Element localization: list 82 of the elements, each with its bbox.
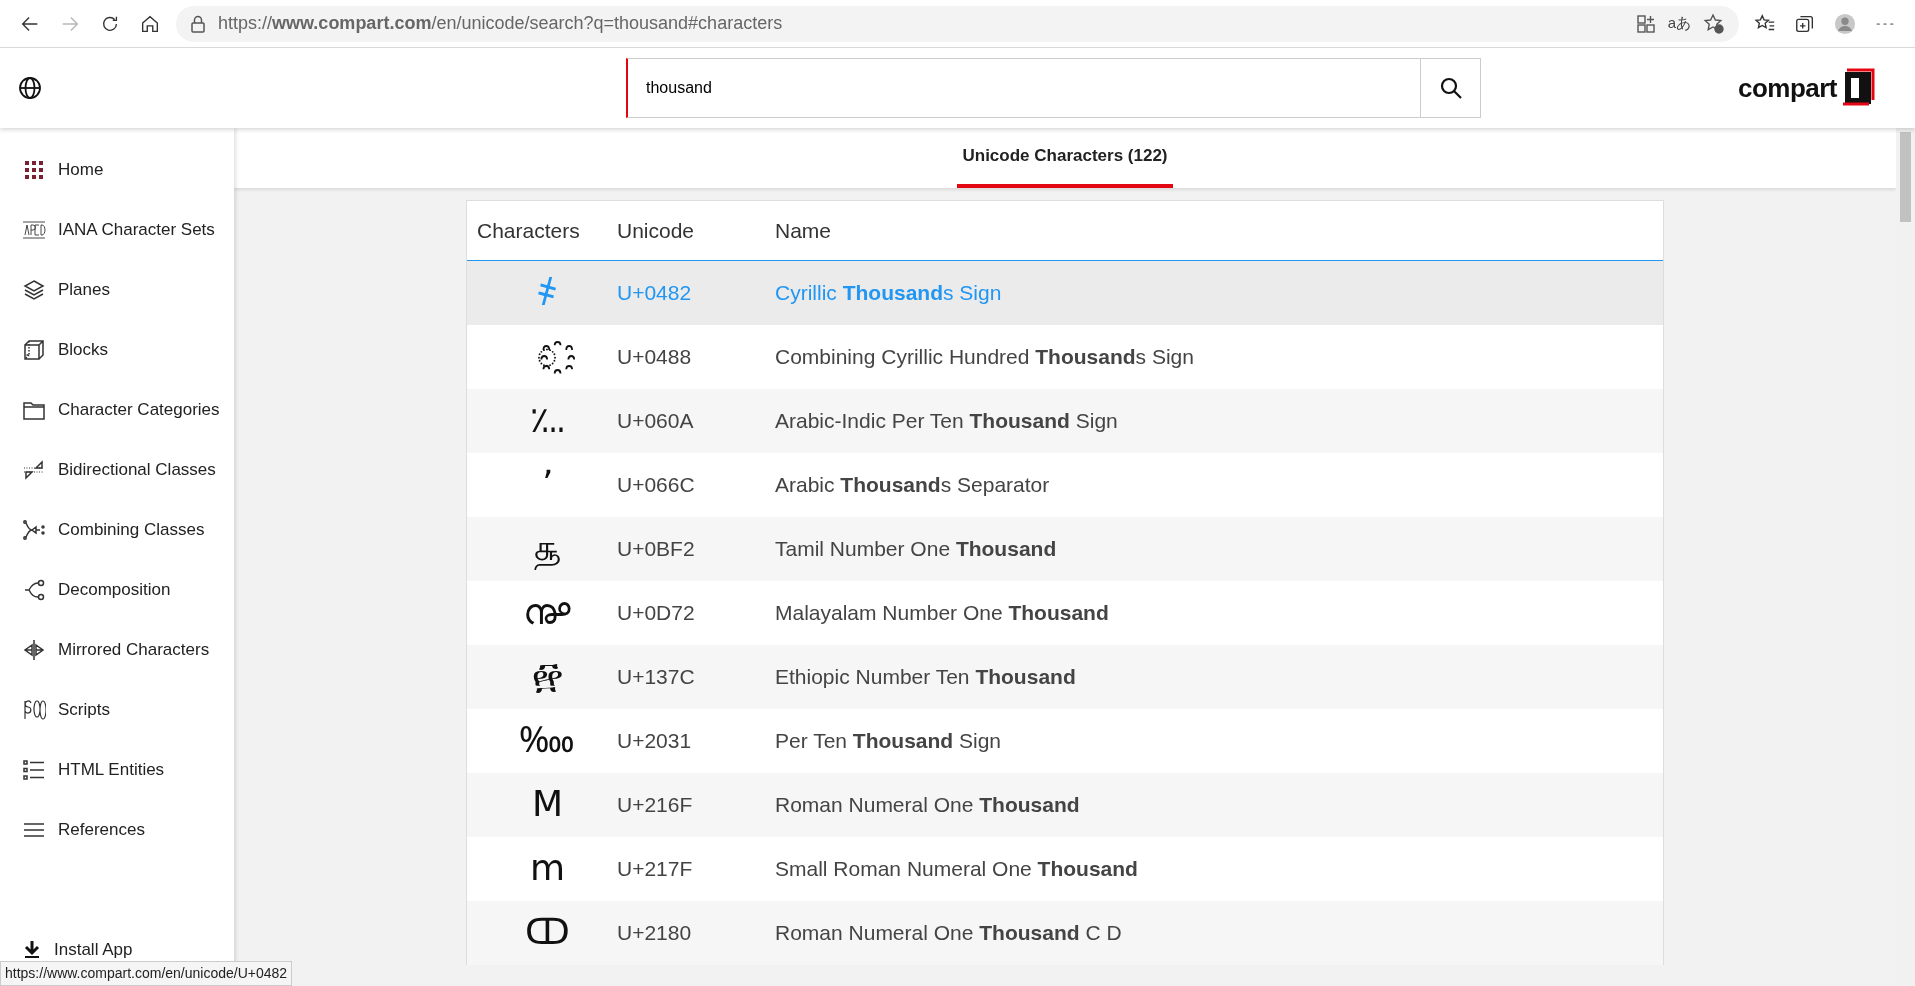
code-point[interactable]: U+0D72 — [617, 601, 695, 625]
search-field[interactable]: thousand — [626, 58, 1421, 118]
character-glyph[interactable]: ‱ — [477, 721, 617, 758]
code-point[interactable]: U+217F — [617, 857, 693, 881]
scroll-thumb[interactable] — [1900, 132, 1911, 222]
cube-icon — [22, 338, 46, 362]
sidebar-item[interactable]: Bidirectional Classes — [0, 440, 234, 500]
layers-icon — [22, 278, 46, 302]
character-name[interactable]: Roman Numeral One Thousand — [775, 793, 1080, 817]
script-icon — [22, 698, 46, 722]
app-icon[interactable] — [1635, 13, 1656, 34]
avatar-icon — [1834, 12, 1856, 35]
table-row[interactable]: ௲ U+0BF2 Tamil Number One Thousand — [467, 517, 1663, 581]
lock-icon[interactable] — [190, 14, 206, 33]
table-row[interactable]: ⅿ U+217F Small Roman Numeral One Thousand — [467, 837, 1663, 901]
code-point[interactable]: U+137C — [617, 665, 695, 689]
triangles-icon — [22, 458, 46, 482]
code-point[interactable]: U+0BF2 — [617, 537, 695, 561]
character-name[interactable]: Arabic-Indic Per Ten Thousand Sign — [775, 409, 1118, 433]
list-icon — [22, 758, 46, 782]
sidebar-item[interactable]: Character Categories — [0, 380, 234, 440]
address-bar[interactable]: https://www.compart.com/en/unicode/search?q=thousand#characters aあ — [176, 5, 1739, 42]
globe-icon[interactable] — [18, 76, 42, 100]
table-row[interactable]: ፼ U+137C Ethiopic Number Ten Thousand — [467, 645, 1663, 709]
character-glyph[interactable]: ↀ — [477, 913, 617, 950]
table-row[interactable]: ‱ U+2031 Per Ten Thousand Sign — [467, 709, 1663, 773]
character-name[interactable]: Combining Cyrillic Hundred Thousands Sign — [775, 345, 1194, 369]
install-app-button[interactable]: Install App — [22, 936, 133, 962]
grid-icon — [22, 158, 46, 182]
mirror-icon — [22, 638, 46, 662]
column-header: Unicode — [617, 218, 695, 242]
character-glyph[interactable]: Ⅿ — [477, 785, 617, 822]
character-glyph[interactable]: ٬ — [477, 465, 617, 502]
table-row[interactable]: ؊ U+060A Arabic-Indic Per Ten Thousand Sign — [467, 389, 1663, 453]
code-point[interactable]: U+2180 — [617, 921, 692, 945]
add-favorite-icon[interactable] — [1703, 12, 1725, 35]
table-row[interactable]: ↀ U+2180 Roman Numeral One Thousand C D — [467, 901, 1663, 965]
character-name[interactable]: Arabic Thousands Separator — [775, 473, 1050, 497]
character-glyph[interactable]: ؊ — [477, 401, 617, 438]
download-icon — [22, 939, 42, 960]
sidebar-item[interactable]: Mirrored Characters — [0, 620, 234, 680]
column-header: Characters — [477, 218, 580, 242]
search-icon — [1438, 76, 1463, 100]
sidebar-item[interactable]: References — [0, 800, 234, 860]
sidebar-item[interactable]: Scripts — [0, 680, 234, 740]
translate-button[interactable]: aあ — [1667, 12, 1691, 35]
more-icon — [1876, 20, 1894, 27]
character-name[interactable]: Small Roman Numeral One Thousand — [775, 857, 1138, 881]
character-name[interactable]: Malayalam Number One Thousand — [775, 601, 1109, 625]
column-header: Name — [775, 218, 832, 242]
code-point[interactable]: U+2031 — [617, 729, 692, 753]
character-glyph[interactable]: ፼ — [477, 657, 617, 694]
branch-icon — [22, 518, 46, 542]
character-name[interactable]: Roman Numeral One Thousand C D — [775, 921, 1122, 945]
fork-icon — [22, 578, 46, 602]
table-row[interactable]: ٬ U+066C Arabic Thousands Separator — [467, 453, 1663, 517]
sidebar-item[interactable]: Blocks — [0, 320, 234, 380]
character-name[interactable]: Ethiopic Number Ten Thousand — [775, 665, 1076, 689]
code-point[interactable]: U+0488 — [617, 345, 692, 369]
sidebar-item[interactable]: Planes — [0, 260, 234, 320]
table-row[interactable]: Ⅿ U+216F Roman Numeral One Thousand — [467, 773, 1663, 837]
sidebar-item[interactable]: Combining Classes — [0, 500, 234, 560]
logo-icon — [1841, 68, 1875, 108]
table-row[interactable]: ൲ U+0D72 Malayalam Number One Thousand — [467, 581, 1663, 645]
code-point[interactable]: U+066C — [617, 473, 695, 497]
search-button[interactable] — [1421, 58, 1481, 118]
url-text: https://www.compart.com/en/unicode/search?q=thousand#characters — [218, 12, 784, 35]
sidebar-item[interactable]: Decomposition — [0, 560, 234, 620]
code-point[interactable]: U+060A — [617, 409, 694, 433]
code-point[interactable]: U+216F — [617, 793, 693, 817]
sidebar-item[interactable]: Home — [0, 140, 234, 200]
results-tab[interactable]: Unicode Characters (122) — [957, 128, 1173, 188]
character-name[interactable]: Per Ten Thousand Sign — [775, 729, 1002, 753]
character-glyph[interactable]: ⅿ — [477, 849, 617, 886]
character-glyph[interactable]: ൲ — [477, 593, 617, 630]
character-glyph[interactable]: ◌҈ — [477, 337, 617, 374]
table-row[interactable]: ◌҈ U+0488 Combining Cyrillic Hundred Thousands Sign — [467, 325, 1663, 389]
letters-icon — [22, 218, 46, 242]
logo-text: compart — [1737, 71, 1837, 105]
sidebar-item[interactable]: HTML Entities — [0, 740, 234, 800]
sidebar-item[interactable]: IANA Character Sets — [0, 200, 234, 260]
character-name[interactable]: Tamil Number One Thousand — [775, 537, 1057, 561]
